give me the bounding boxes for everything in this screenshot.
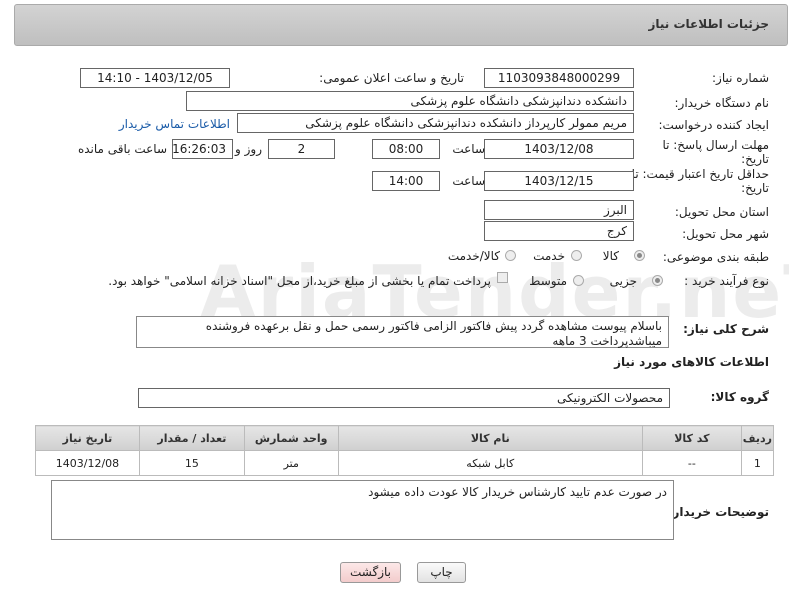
table-row: 1 -- کابل شبکه متر 15 1403/12/08 xyxy=(35,450,775,476)
deadline-time-field: 08:00 xyxy=(372,139,440,159)
page-header: جزئیات اطلاعات نیاز xyxy=(14,4,788,46)
buyer-org-label: نام دستگاه خریدار: xyxy=(674,96,770,110)
category-radio-service[interactable] xyxy=(571,250,582,261)
validity-label-date: تاریخ: xyxy=(741,181,769,195)
process-option-minor: جزیی xyxy=(609,274,637,288)
cell-date: 1403/12/08 xyxy=(35,450,140,476)
buyer-contact-link[interactable]: اطلاعات تماس خریدار xyxy=(119,117,230,131)
validity-label: حداقل تاریخ اعتبار قیمت: تا xyxy=(631,167,769,181)
cell-unit: متر xyxy=(243,450,339,476)
treasury-payment-checkbox[interactable] xyxy=(497,272,508,283)
deadline-label: مهلت ارسال پاسخ: تا xyxy=(662,138,769,152)
deadline-time-label: ساعت xyxy=(452,142,485,156)
col-quantity: تعداد / مقدار xyxy=(138,425,245,451)
process-option-medium: متوسط xyxy=(529,274,567,288)
col-date: تاریخ نیاز xyxy=(35,425,140,451)
col-name: نام کالا xyxy=(337,425,643,451)
page-title: جزئیات اطلاعات نیاز xyxy=(648,17,769,31)
province-label: استان محل تحویل: xyxy=(674,205,769,219)
buyer-org-field: دانشکده دندانپزشکی دانشگاه علوم پزشکی xyxy=(186,91,634,111)
validity-time-label: ساعت xyxy=(452,174,485,188)
col-row: ردیف xyxy=(740,425,775,451)
days-label: روز و xyxy=(235,142,262,156)
process-label: نوع فرآیند خرید : xyxy=(684,274,769,288)
cell-row: 1 xyxy=(740,450,775,476)
description-label: شرح کلی نیاز: xyxy=(683,322,769,336)
process-radio-medium[interactable] xyxy=(573,275,584,286)
category-label: طبقه بندی موضوعی: xyxy=(662,250,769,264)
buyer-notes-textarea[interactable]: در صورت عدم تایید کارشناس خریدار کالا عو… xyxy=(51,480,674,540)
buyer-notes-label: توضیحات خریدار: xyxy=(667,505,769,519)
description-textarea[interactable]: باسلام پیوست مشاهده گردد پیش فاکتور الزا… xyxy=(136,316,669,348)
need-number-label: شماره نیاز: xyxy=(712,71,769,85)
goods-group-field: محصولات الکترونیکی xyxy=(138,388,670,408)
col-unit: واحد شمارش xyxy=(243,425,339,451)
cell-code: -- xyxy=(641,450,742,476)
validity-time-field: 14:00 xyxy=(372,171,440,191)
goods-table: ردیف کد کالا نام کالا واحد شمارش تعداد /… xyxy=(35,425,775,476)
requester-field: مریم ممولر کارپرداز دانشکده دندانپزشکی د… xyxy=(237,113,634,133)
province-field: البرز xyxy=(484,200,634,220)
announce-label: تاریخ و ساعت اعلان عمومی: xyxy=(319,71,464,85)
goods-section-title: اطلاعات کالاهای مورد نیاز xyxy=(614,355,769,369)
deadline-label-date: تاریخ: xyxy=(741,152,769,166)
days-remaining-field: 2 xyxy=(268,139,335,159)
watermark-logo: AriaTender.neT xyxy=(200,250,789,334)
back-button[interactable]: بازگشت xyxy=(340,562,401,583)
requester-label: ایجاد کننده درخواست: xyxy=(658,118,769,132)
category-option-goods: کالا xyxy=(602,249,619,263)
remaining-time-field: 16:26:03 xyxy=(172,139,233,159)
remaining-label: ساعت باقی مانده xyxy=(77,142,167,156)
process-radio-minor[interactable] xyxy=(652,275,663,286)
col-code: کد کالا xyxy=(641,425,742,451)
category-radio-goods[interactable] xyxy=(634,250,645,261)
cell-name: کابل شبکه xyxy=(337,450,643,476)
deadline-date-field: 1403/12/08 xyxy=(484,139,634,159)
need-number-field: 1103093848000299 xyxy=(484,68,634,88)
print-button[interactable]: چاپ xyxy=(417,562,466,583)
announce-field: 1403/12/05 - 14:10 xyxy=(80,68,230,88)
goods-group-label: گروه کالا: xyxy=(710,390,769,404)
goods-table-header: ردیف کد کالا نام کالا واحد شمارش تعداد /… xyxy=(35,425,775,451)
category-option-service: خدمت xyxy=(533,249,565,263)
need-details-page: AriaTender.neT جزئیات اطلاعات نیاز شماره… xyxy=(0,0,789,598)
cell-quantity: 15 xyxy=(138,450,245,476)
payment-note: پرداخت تمام یا بخشی از مبلغ خرید،از محل … xyxy=(108,274,491,288)
city-field: کرج xyxy=(484,221,634,241)
validity-date-field: 1403/12/15 xyxy=(484,171,634,191)
category-radio-goods-service[interactable] xyxy=(505,250,516,261)
category-option-goods-service: کالا/خدمت xyxy=(447,249,500,263)
city-label: شهر محل تحویل: xyxy=(682,227,769,241)
